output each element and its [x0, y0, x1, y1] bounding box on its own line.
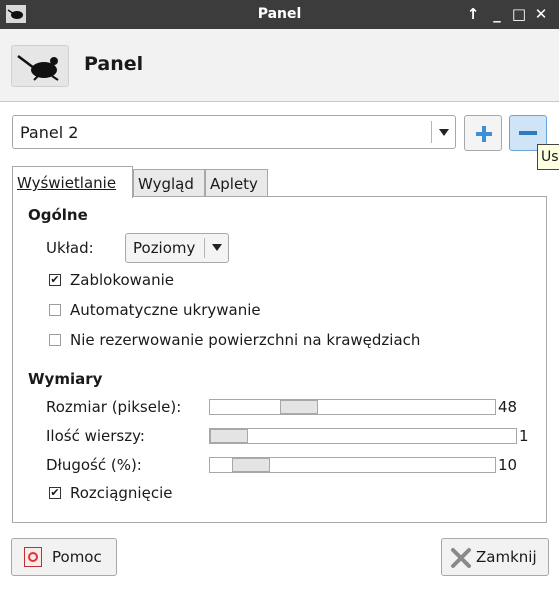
stretch-label: Rozciągnięcie: [70, 484, 173, 502]
length-label: Długość (%):: [46, 456, 142, 474]
section-general-heading: Ogólne: [28, 206, 88, 224]
checkbox-empty-icon: [49, 304, 61, 316]
autohide-label: Automatyczne ukrywanie: [70, 301, 261, 319]
reserve-space-label: Nie rezerwowanie powierzchni na krawędzi…: [70, 331, 421, 349]
layout-select[interactable]: Poziomy: [125, 233, 229, 263]
tab-panel-display: Ogólne Układ: Poziomy ✔ Zablokowanie Aut…: [12, 196, 547, 523]
minimize-button[interactable]: _: [488, 4, 506, 24]
close-icon: [451, 548, 471, 568]
length-slider-handle[interactable]: [232, 458, 270, 472]
section-dimensions-heading: Wymiary: [28, 370, 103, 388]
tab-display-label: Wyświetlanie: [17, 174, 116, 192]
size-slider[interactable]: [209, 399, 496, 415]
autohide-checkbox[interactable]: Automatyczne ukrywanie: [49, 301, 309, 321]
panel-select-divider: [431, 121, 432, 143]
checkbox-empty-icon: [49, 334, 61, 346]
tab-display-text: Wyświetlanie: [17, 174, 117, 192]
help-button[interactable]: Pomoc: [11, 538, 117, 576]
layout-label: Układ:: [46, 239, 94, 257]
tab-display[interactable]: Wyświetlanie: [12, 166, 133, 198]
panel-select-value: Panel 2: [20, 123, 79, 142]
size-slider-handle[interactable]: [280, 400, 318, 414]
help-icon: [24, 547, 42, 567]
size-value: 48: [498, 398, 518, 416]
dialog-header: Panel: [0, 29, 559, 102]
lock-label: Zablokowanie: [70, 271, 175, 289]
check-icon: ✔: [49, 486, 61, 499]
close-button[interactable]: Zamknij: [441, 538, 549, 576]
layout-select-value: Poziomy: [133, 239, 196, 257]
tab-appearance[interactable]: Wygląd: [133, 169, 205, 197]
close-window-button[interactable]: ✕: [532, 4, 550, 24]
tab-applets[interactable]: Aplety: [205, 169, 268, 197]
mouse-icon: [11, 45, 69, 87]
chevron-down-icon: [212, 244, 222, 251]
dialog-title: Panel: [84, 53, 144, 75]
panel-select[interactable]: Panel 2: [12, 115, 456, 149]
chevron-down-icon: [439, 129, 449, 136]
check-icon: ✔: [49, 273, 61, 286]
rows-slider-handle[interactable]: [210, 429, 248, 443]
help-button-label: Pomoc: [52, 548, 102, 566]
add-panel-button[interactable]: [464, 115, 502, 151]
keep-above-button[interactable]: ↑: [464, 4, 482, 24]
rows-slider[interactable]: [209, 428, 517, 444]
maximize-button[interactable]: □: [510, 4, 528, 24]
window-titlebar: Panel ↑ _ □ ✕: [0, 0, 559, 29]
size-label: Rozmiar (piksele):: [46, 398, 182, 416]
lock-checkbox[interactable]: ✔ Zablokowanie: [49, 271, 249, 291]
reserve-space-checkbox[interactable]: Nie rezerwowanie powierzchni na krawędzi…: [49, 331, 469, 351]
rows-label: Ilość wierszy:: [46, 427, 145, 445]
length-value: 10: [498, 456, 518, 474]
rows-value: 1: [519, 427, 529, 445]
close-button-label: Zamknij: [476, 548, 537, 566]
tooltip: Us: [537, 144, 559, 170]
stretch-checkbox[interactable]: ✔ Rozciągnięcie: [49, 484, 249, 504]
length-slider[interactable]: [209, 457, 496, 473]
minus-icon: [519, 131, 537, 135]
layout-select-divider: [204, 238, 205, 258]
